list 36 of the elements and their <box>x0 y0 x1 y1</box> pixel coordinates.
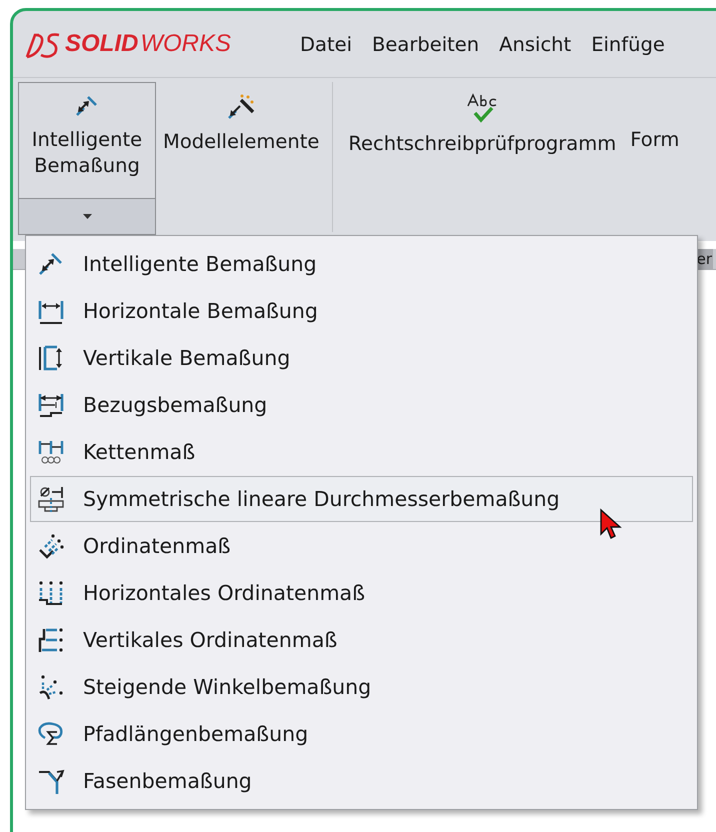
vertical-dimension-icon <box>37 344 65 372</box>
horizontal-ordinate-icon <box>37 579 65 607</box>
diameter-dimension-icon <box>37 485 65 513</box>
chamfer-dimension-icon <box>37 767 65 795</box>
brand-name-bold: SOLID <box>65 30 138 58</box>
menu-option[interactable]: Vertikales Ordinatenmaß <box>30 617 693 663</box>
dropdown-button[interactable] <box>18 199 156 235</box>
menu-option[interactable]: Pfadlängenbemaßung <box>30 711 693 757</box>
chain-dimension-icon <box>37 438 65 466</box>
menu-option[interactable]: Steigende Winkelbemaßung <box>30 664 693 710</box>
menu-option[interactable]: Symmetrische lineare Durchmesserbemaßung <box>30 476 693 522</box>
toolbar-button[interactable]: Modellelemente <box>156 82 326 199</box>
menu-item[interactable]: Bearbeiten <box>372 32 480 56</box>
caret-icon <box>82 214 92 219</box>
menu-option[interactable]: Kettenmaß <box>30 429 693 475</box>
menu-item[interactable]: Einfüge <box>591 32 665 56</box>
menu-option[interactable]: Horizontales Ordinatenmaß <box>30 570 693 616</box>
toolbar-button[interactable]: Rechtschreibprüfprogramm <box>341 82 624 199</box>
baseline-dimension-icon <box>37 391 65 419</box>
menu-option[interactable]: Bezugsbemaßung <box>30 382 693 428</box>
brand-name-light: WORKS <box>140 30 232 58</box>
menu-option[interactable]: Ordinatenmaß <box>30 523 693 569</box>
toolbar-button[interactable]: Form <box>623 82 686 199</box>
toolbar-button[interactable]: Intelligente Bemaßung <box>18 82 156 199</box>
ordinate-dimension-icon <box>37 532 65 560</box>
menu-option[interactable]: Vertikale Bemaßung <box>30 335 693 381</box>
menu-option[interactable]: Intelligente Bemaßung <box>30 241 693 287</box>
menu-item[interactable]: Ansicht <box>499 32 572 56</box>
magic-wand-icon <box>226 93 256 121</box>
angular-ordinate-icon <box>37 673 65 701</box>
path-length-icon <box>37 720 65 748</box>
menu-option[interactable]: Fasenbemaßung <box>30 758 693 804</box>
menu-item[interactable]: Datei <box>300 32 352 56</box>
menu-option[interactable]: Horizontale Bemaßung <box>30 288 693 334</box>
vertical-ordinate-icon <box>37 626 65 654</box>
mouse-cursor-icon <box>599 508 623 542</box>
